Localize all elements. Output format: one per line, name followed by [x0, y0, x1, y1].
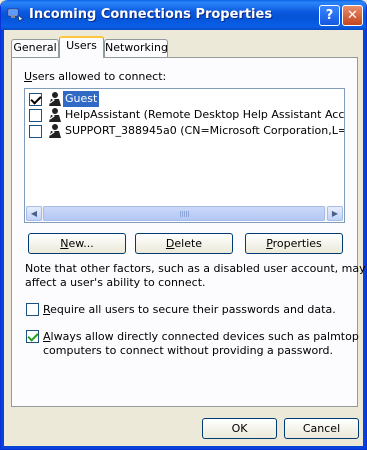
window-title: Incoming Connections Properties: [29, 7, 273, 22]
user-icon: [49, 108, 61, 122]
properties-button[interactable]: Properties: [245, 233, 343, 254]
list-item[interactable]: SUPPORT_388945a0 (CN=Microsoft Corporati…: [26, 123, 345, 139]
user-checkbox[interactable]: [29, 125, 42, 138]
new-user-button[interactable]: New...: [28, 233, 126, 254]
user-checkbox[interactable]: [29, 109, 42, 122]
always-text: lways allow directly connected devices s…: [50, 330, 359, 343]
note-line-2: affect a user's ability to connect.: [25, 276, 206, 289]
horizontal-scrollbar[interactable]: ◀ ▶: [26, 206, 343, 221]
close-button[interactable]: ✕: [342, 5, 363, 26]
scroll-grip-icon: [180, 211, 190, 217]
require-passwords-label[interactable]: Require all users to secure their passwo…: [43, 303, 336, 316]
users-label-text: sers allowed to connect:: [32, 70, 167, 83]
user-checkbox[interactable]: [29, 93, 42, 106]
dialog-window: Incoming Connections Properties ? ✕ Gene…: [0, 0, 367, 450]
window-frame-bottom: [1, 446, 366, 449]
scroll-thumb[interactable]: [43, 206, 325, 221]
title-bar[interactable]: Incoming Connections Properties ? ✕: [1, 0, 366, 30]
window-frame-right: [363, 30, 366, 449]
help-button[interactable]: ?: [319, 5, 340, 26]
list-item[interactable]: HelpAssistant (Remote Desktop Help Assis…: [26, 107, 345, 123]
always-allow-devices-checkbox[interactable]: [26, 330, 39, 343]
always-allow-label[interactable]: Always allow directly connected devices …: [43, 330, 359, 343]
ok-button[interactable]: OK: [202, 418, 277, 439]
users-label-accel: U: [24, 70, 33, 83]
network-connection-icon: [7, 8, 24, 22]
properties-label: roperties: [272, 237, 322, 250]
user-name: SUPPORT_388945a0 (CN=Microsoft Corporati…: [65, 124, 345, 137]
note-line-1: Note that other factors, such as a disab…: [25, 262, 366, 275]
cancel-button[interactable]: Cancel: [284, 418, 359, 439]
window-frame-left: [1, 30, 4, 449]
user-icon: [49, 124, 61, 138]
delete-user-button[interactable]: Delete: [135, 233, 233, 254]
scroll-left-icon[interactable]: ◀: [26, 206, 42, 221]
new-label: ew...: [68, 237, 94, 250]
always-accel: A: [43, 330, 51, 343]
tab-users[interactable]: Users: [59, 36, 104, 58]
tab-general[interactable]: General: [11, 39, 59, 57]
users-listbox[interactable]: Guest HelpAssistant (Remote Desktop Help…: [24, 88, 345, 223]
require-passwords-checkbox[interactable]: [26, 303, 39, 316]
always-allow-label-line-2[interactable]: computers to connect without providing a…: [43, 344, 333, 357]
users-list-label: Users allowed to connect:: [24, 70, 166, 83]
delete-label: elete: [174, 237, 203, 250]
list-item[interactable]: Guest: [26, 91, 343, 107]
user-name: Guest: [63, 91, 100, 107]
scroll-right-icon[interactable]: ▶: [327, 206, 343, 221]
user-name: HelpAssistant (Remote Desktop Help Assis…: [65, 108, 345, 121]
require-text: equire all users to secure their passwor…: [50, 303, 336, 316]
user-icon: [49, 92, 61, 106]
tab-networking[interactable]: Networking: [104, 39, 168, 57]
